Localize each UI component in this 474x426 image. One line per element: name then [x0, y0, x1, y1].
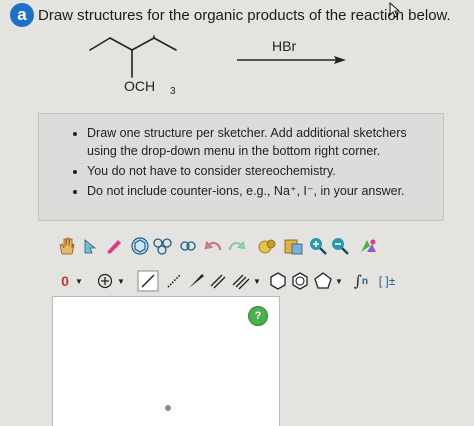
- hexagon-icon: [270, 272, 286, 290]
- wedge-bond-icon: [189, 274, 204, 288]
- chevron-down-icon: ▼: [74, 276, 83, 286]
- template-button[interactable]: [129, 232, 151, 260]
- reagent-label: HBr: [272, 38, 296, 54]
- chain-icon: [180, 241, 196, 251]
- charge-label: 0: [61, 273, 69, 289]
- structures-icon: [153, 238, 172, 255]
- chevron-down-icon: ▼: [253, 276, 261, 286]
- clipboard-icon: [284, 239, 303, 255]
- redo-button[interactable]: [225, 232, 247, 260]
- chevron-down-icon: ▼: [117, 276, 125, 286]
- clean-icon: [258, 239, 276, 254]
- mouse-cursor-icon: [389, 2, 400, 18]
- triple-bond-dropdown[interactable]: ▼: [229, 267, 263, 295]
- zoom-out-icon: [332, 238, 349, 255]
- help-button[interactable]: ?: [248, 306, 268, 326]
- zoom-in-icon: [310, 238, 327, 255]
- double-bond-icon: [210, 274, 226, 289]
- sgroup-button[interactable]: ∫ n: [349, 267, 373, 295]
- sketcher-toolbar-top: [55, 232, 405, 262]
- substituent-label: OCH: [124, 78, 155, 94]
- undo-icon: [204, 240, 222, 251]
- colors-icon: [361, 239, 376, 252]
- hand-icon: [59, 237, 75, 255]
- hexagon-ring-button[interactable]: [267, 267, 289, 295]
- reaction-arrow: [237, 56, 346, 64]
- instructions-box: Draw one structure per sketcher. Add add…: [38, 113, 444, 221]
- single-bond-icon: [137, 270, 159, 292]
- chevron-down-icon: ▼: [335, 276, 343, 286]
- substituent-subscript: 3: [170, 86, 176, 97]
- arrow-select-button[interactable]: [79, 232, 101, 260]
- triple-bond-icon: [232, 274, 250, 290]
- hashed-bond-button[interactable]: [163, 267, 185, 295]
- benzene-ring-button[interactable]: [289, 267, 311, 295]
- hand-tool-button[interactable]: [55, 232, 77, 260]
- single-bond-button[interactable]: [135, 267, 161, 295]
- question-badge: a: [10, 3, 34, 27]
- reaction-scheme: OCH 3 HBr: [89, 35, 346, 97]
- select-arrow-icon: [84, 239, 97, 254]
- zoom-in-button[interactable]: [307, 232, 329, 260]
- substrate-structure: [89, 35, 177, 78]
- ring-template-icon: [131, 237, 149, 255]
- instruction-item: Do not include counter-ions, e.g., Na⁺, …: [87, 182, 435, 200]
- redo-icon: [228, 240, 246, 251]
- instruction-item: You do not have to consider stereochemis…: [87, 162, 435, 180]
- color-button[interactable]: [357, 232, 379, 260]
- pentagon-ring-dropdown[interactable]: ▼: [311, 267, 345, 295]
- instruction-item: Draw one structure per sketcher. Add add…: [87, 124, 435, 160]
- pentagon-icon: [314, 272, 332, 289]
- chain-tool-button[interactable]: [177, 232, 199, 260]
- sketcher-toolbar-bottom: 0 ▼ ▼ ▼ ▼ ∫ n [ ]±: [55, 267, 405, 297]
- undo-button[interactable]: [203, 232, 225, 260]
- wedge-bond-button[interactable]: [185, 267, 207, 295]
- sgroup-label: n: [361, 275, 368, 287]
- structure-tools-button[interactable]: [151, 232, 177, 260]
- clean-structure-button[interactable]: [255, 232, 279, 260]
- plus-charge-icon: [97, 273, 113, 289]
- bracket-label: [ ]±: [378, 274, 396, 288]
- charge-plus-dropdown[interactable]: ▼: [93, 267, 129, 295]
- zoom-out-button[interactable]: [329, 232, 351, 260]
- double-bond-button[interactable]: [207, 267, 229, 295]
- integral-icon: ∫: [354, 272, 362, 290]
- eraser-pen-icon: [106, 240, 121, 255]
- hashed-bond-icon: [167, 274, 181, 288]
- benzene-icon: [292, 272, 308, 290]
- bracket-button[interactable]: [ ]±: [375, 267, 399, 295]
- copy-paste-button[interactable]: [281, 232, 305, 260]
- charge-dropdown[interactable]: 0 ▼: [55, 267, 89, 295]
- canvas-resize-handle[interactable]: [165, 405, 171, 411]
- eraser-button[interactable]: [103, 232, 125, 260]
